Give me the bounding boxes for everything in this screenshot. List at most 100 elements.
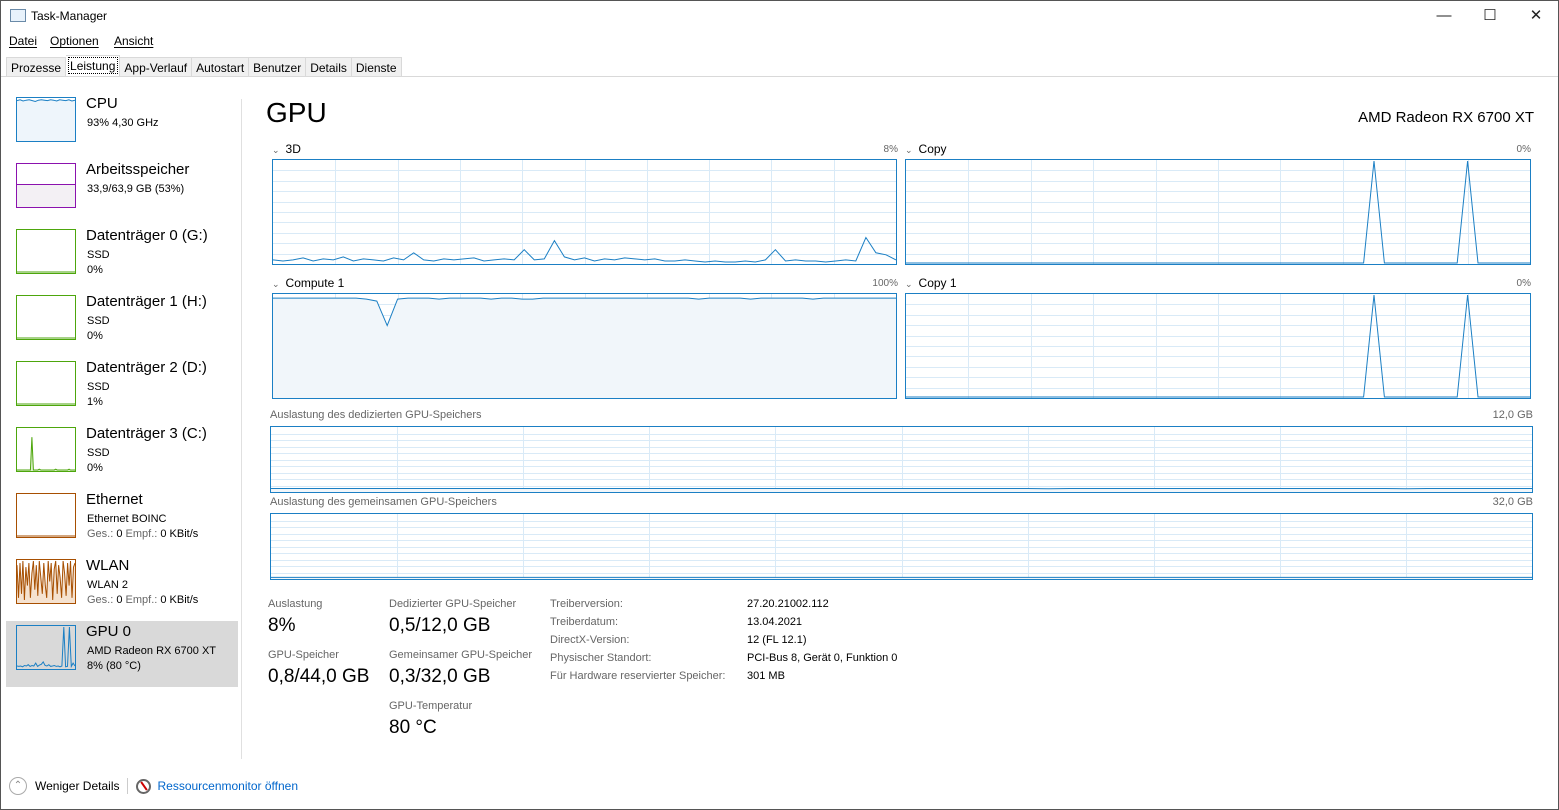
thumbnail-graph <box>16 163 76 208</box>
sidebar-item-gpu-0[interactable]: GPU 0 AMD Radeon RX 6700 XT 8% (80 °C) <box>6 621 238 687</box>
tab-bar: Prozesse Leistung App-Verlauf Autostart … <box>6 55 402 77</box>
series-area <box>271 488 1532 492</box>
memory-series <box>271 514 1532 579</box>
shared-memory-graph: Auslastung des gemeinsamen GPU-Speichers… <box>270 496 1533 580</box>
title-bar: Task-Manager — ☐ ✕ <box>1 1 1558 31</box>
driver-info: Treiberversion: 27.20.21002.112 Treiberdat… <box>550 598 897 688</box>
menu-ansicht[interactable]: Ansicht <box>114 34 153 48</box>
tab-details[interactable]: Details <box>306 57 352 77</box>
info-value: 12 (FL 12.1) <box>747 634 807 646</box>
info-row: DirectX-Version: 12 (FL 12.1) <box>550 634 897 652</box>
sidebar-item-detail: 33,9/63,9 GB (53%) <box>87 183 185 195</box>
memory-graph-label: Auslastung des dedizierten GPU-Speichers <box>270 409 482 421</box>
engine-graph-copy: ⌄ Copy 0% <box>905 139 1531 265</box>
thumbnail-graph <box>16 361 76 406</box>
stat-label: Dedizierter GPU-Speicher <box>389 598 517 610</box>
utilization-series <box>906 294 1530 398</box>
series-area <box>17 437 75 471</box>
stat-utilization: Auslastung 8% <box>268 598 322 637</box>
tab-prozesse[interactable]: Prozesse <box>6 57 67 77</box>
sidebar-item-datentr-ger-3-c-[interactable]: Datenträger 3 (C:) SSD 0% <box>6 423 238 489</box>
info-row: Physischer Standort: PCI-Bus 8, Gerät 0, … <box>550 652 897 670</box>
task-manager-icon <box>10 9 26 22</box>
menu-optionen[interactable]: Optionen <box>50 34 99 48</box>
sidebar-item-name: Datenträger 1 (H:) <box>86 293 207 310</box>
open-resource-monitor-link[interactable]: Ressourcenmonitor öffnen <box>157 779 298 793</box>
tab-benutzer[interactable]: Benutzer <box>249 57 307 77</box>
dedicated-memory-graph: Auslastung des dedizierten GPU-Speichers… <box>270 409 1533 493</box>
thumbnail-graph <box>16 229 76 274</box>
info-value: 301 MB <box>747 670 785 682</box>
page-title: GPU <box>266 97 327 128</box>
chevron-down-icon: ⌄ <box>272 279 280 289</box>
engine-selector[interactable]: ⌄ Copy <box>905 142 947 156</box>
maximize-button[interactable]: ☐ <box>1467 1 1513 31</box>
sidebar-item-ethernet[interactable]: Ethernet Ethernet BOINC Ges.: 0 Empf.: 0 K… <box>6 489 238 555</box>
sidebar-item-wlan[interactable]: WLAN WLAN 2 Ges.: 0 Empf.: 0 KBit/s <box>6 555 238 621</box>
thumbnail-graph <box>16 97 76 142</box>
utilization-series <box>273 294 896 398</box>
info-row: Treiberversion: 27.20.21002.112 <box>550 598 897 616</box>
window-title: Task-Manager <box>31 9 108 23</box>
info-value: 13.04.2021 <box>747 616 803 628</box>
engine-graph-copy-1: ⌄ Copy 1 0% <box>905 273 1531 399</box>
tab-autostart[interactable]: Autostart <box>192 57 250 77</box>
gpu-model: AMD Radeon RX 6700 XT <box>1358 109 1534 126</box>
thumbnail-graph <box>16 559 76 604</box>
memory-series <box>271 427 1532 492</box>
fewer-details-button[interactable]: Weniger Details <box>35 779 119 793</box>
graph-area <box>272 293 897 399</box>
stat-value: 0,8/44,0 GB <box>268 666 370 687</box>
utilization-series <box>273 160 896 264</box>
sidebar-item-datentr-ger-1-h-[interactable]: Datenträger 1 (H:) SSD 0% <box>6 291 238 357</box>
graph-area <box>905 159 1531 265</box>
sidebar-divider[interactable] <box>241 99 242 759</box>
chevron-up-icon[interactable]: ⌃ <box>9 777 27 795</box>
engine-value: 0% <box>1516 143 1531 155</box>
sidebar-item-name: Ethernet <box>86 491 143 508</box>
stat-value: 0,5/12,0 GB <box>389 615 491 636</box>
sidebar-item-name: CPU <box>86 95 118 112</box>
thumbnail-graph <box>16 625 76 670</box>
memory-graph-max: 32,0 GB <box>1492 496 1533 508</box>
engine-graph-3d: ⌄ 3D 8% <box>272 139 898 265</box>
sidebar-item-cpu[interactable]: CPU 93% 4,30 GHz <box>6 93 238 159</box>
engine-selector[interactable]: ⌄ Compute 1 <box>272 276 344 290</box>
sidebar-item-detail: SSD <box>87 381 110 393</box>
footer-divider <box>127 778 129 794</box>
graph-area <box>905 293 1531 399</box>
series-line <box>273 236 896 263</box>
info-value: 27.20.21002.112 <box>747 598 829 610</box>
sidebar-item-datentr-ger-2-d-[interactable]: Datenträger 2 (D:) SSD 1% <box>6 357 238 423</box>
menu-datei[interactable]: Datei <box>9 34 37 48</box>
engine-selector[interactable]: ⌄ 3D <box>272 142 301 156</box>
thumbnail-series <box>17 403 75 405</box>
sidebar-item-arbeitsspeicher[interactable]: Arbeitsspeicher 33,9/63,9 GB (53%) <box>6 159 238 225</box>
thumbnail-series <box>17 437 75 471</box>
series-area <box>17 99 75 141</box>
tab-leistung[interactable]: Leistung <box>66 55 121 76</box>
info-value: PCI-Bus 8, Gerät 0, Funktion 0 <box>747 652 898 664</box>
sidebar-item-detail: 93% 4,30 GHz <box>87 117 159 129</box>
graph-area <box>272 159 897 265</box>
info-row: Für Hardware reservierter Speicher: 301 M… <box>550 670 897 688</box>
graph-area <box>270 513 1533 580</box>
sidebar-item-datentr-ger-0-g-[interactable]: Datenträger 0 (G:) SSD 0% <box>6 225 238 291</box>
thumbnail-series <box>17 271 75 273</box>
sidebar-item-detail: Ethernet BOINC <box>87 513 167 525</box>
sidebar-item-detail: AMD Radeon RX 6700 XT <box>87 645 217 657</box>
resource-monitor-icon <box>136 778 152 794</box>
tab-app-verlauf[interactable]: App-Verlauf <box>120 57 193 77</box>
sidebar-item-value: 0% <box>87 264 103 276</box>
sidebar-item-value: 0% <box>87 462 103 474</box>
stat-value: 80 °C <box>389 717 437 738</box>
sidebar-item-value: 0% <box>87 330 103 342</box>
sidebar-item-name: Datenträger 0 (G:) <box>86 227 208 244</box>
stat-dedicated-memory: Dedizierter GPU-Speicher 0,5/12,0 GB <box>389 598 516 637</box>
engine-selector[interactable]: ⌄ Copy 1 <box>905 276 957 290</box>
sidebar-item-name: WLAN <box>86 557 130 574</box>
close-button[interactable]: ✕ <box>1513 1 1559 31</box>
minimize-button[interactable]: — <box>1421 1 1467 31</box>
sidebar-item-detail: SSD <box>87 447 110 459</box>
tab-dienste[interactable]: Dienste <box>351 57 402 77</box>
